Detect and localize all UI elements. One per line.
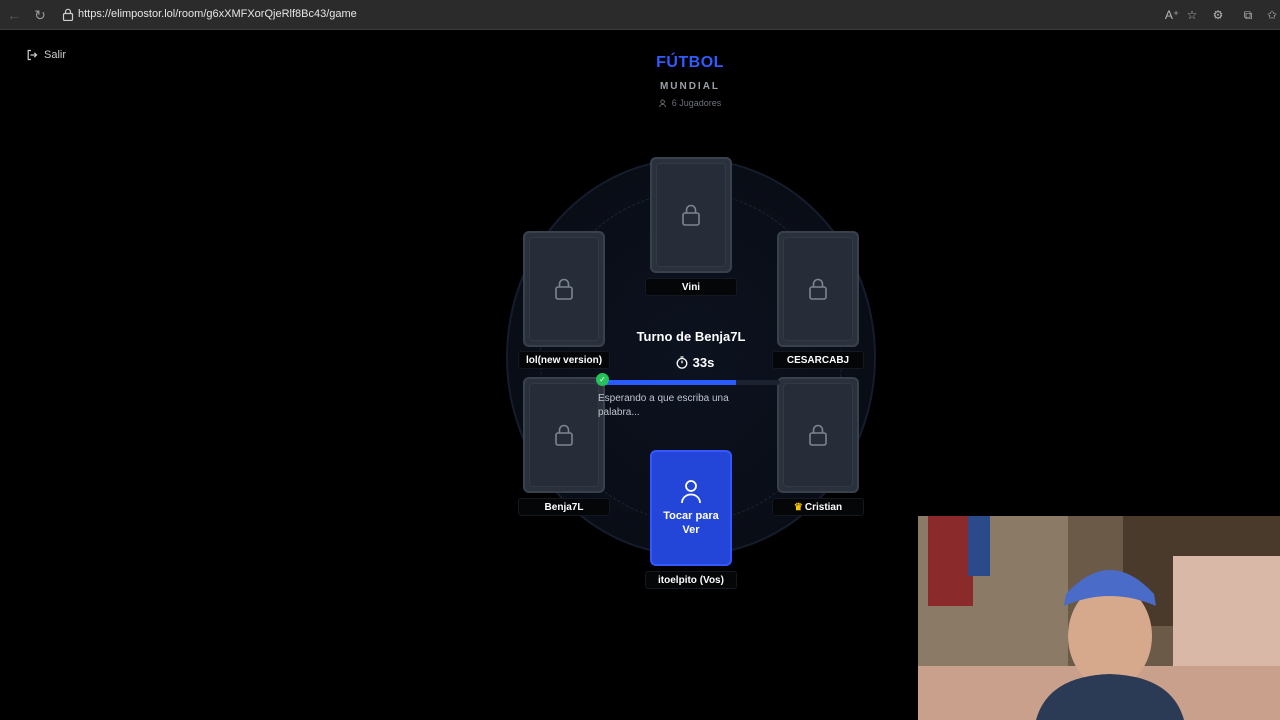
player-card-lol[interactable]	[523, 231, 605, 347]
reload-icon[interactable]: ↻	[32, 7, 48, 23]
lock-icon	[62, 8, 74, 21]
player-card-cesarcabj[interactable]	[777, 231, 859, 347]
logout-icon	[27, 49, 38, 61]
subcategory-title: MUNDIAL	[659, 81, 721, 92]
turn-timer: 33s	[660, 355, 730, 370]
players-count-text: 6 Jugadores	[671, 98, 722, 108]
player-name-lol: lol(new version)	[518, 351, 610, 369]
lock-icon	[555, 424, 573, 446]
category-title: FÚTBOL	[656, 54, 724, 71]
collections-icon[interactable]: ✩	[1264, 7, 1280, 23]
card-face	[529, 383, 599, 487]
lock-icon	[809, 424, 827, 446]
lock-icon	[555, 278, 573, 300]
player-name-cristian-tag: ♛ Cristian	[772, 498, 864, 516]
webcam-image	[918, 516, 1280, 720]
my-card-label: Tocar para Ver	[663, 510, 719, 536]
url-text: https://elimpostor.lol/room/g6xXMFXorQje…	[78, 8, 357, 20]
stopwatch-icon	[676, 356, 688, 369]
card-face	[783, 383, 853, 487]
player-name-cristian: Cristian	[804, 502, 843, 513]
extensions-icon[interactable]: ⚙	[1210, 7, 1226, 23]
turn-progress-fill	[602, 380, 736, 385]
address-bar[interactable]: https://elimpostor.lol/room/g6xXMFXorQje…	[54, 4, 1204, 26]
lock-icon	[809, 278, 827, 300]
browser-toolbar: ← ↻ https://elimpostor.lol/room/g6xXMFXo…	[0, 0, 1280, 30]
crown-icon: ♛	[793, 502, 803, 513]
player-card-vini[interactable]	[650, 157, 732, 273]
player-name-vini: Vini	[645, 278, 737, 296]
users-icon	[658, 98, 666, 107]
user-icon	[681, 480, 701, 504]
split-screen-icon[interactable]: ⧉	[1240, 7, 1256, 23]
webcam-overlay	[918, 516, 1280, 720]
exit-button[interactable]: Salir	[26, 49, 66, 61]
favorite-star-icon[interactable]: ☆	[1184, 7, 1200, 23]
player-name-me: itoelpito (Vos)	[645, 571, 737, 589]
waiting-message: Esperando a que escriba una palabra...	[598, 393, 729, 418]
check-icon: ✓	[596, 373, 609, 386]
my-card-reveal-button[interactable]: Tocar para Ver	[650, 450, 732, 566]
read-aloud-icon[interactable]: A⁺	[1164, 7, 1180, 23]
player-card-benja7l[interactable]	[523, 377, 605, 493]
turn-progress-bar	[602, 380, 780, 385]
lock-icon	[682, 204, 700, 226]
player-card-cristian[interactable]	[777, 377, 859, 493]
card-face	[529, 237, 599, 341]
turn-title: Turno de Benja7L	[636, 329, 746, 344]
players-count: 6 Jugadores	[540, 98, 840, 108]
card-face	[783, 237, 853, 341]
player-name-benja7l: Benja7L	[518, 498, 610, 516]
exit-label: Salir	[44, 49, 67, 61]
card-face	[656, 163, 726, 267]
back-arrow-icon[interactable]: ←	[6, 7, 22, 23]
timer-text: 33s	[692, 355, 715, 370]
player-name-cesarcabj: CESARCABJ	[772, 351, 864, 369]
game-header: FÚTBOL MUNDIAL 6 Jugadores	[540, 54, 840, 108]
